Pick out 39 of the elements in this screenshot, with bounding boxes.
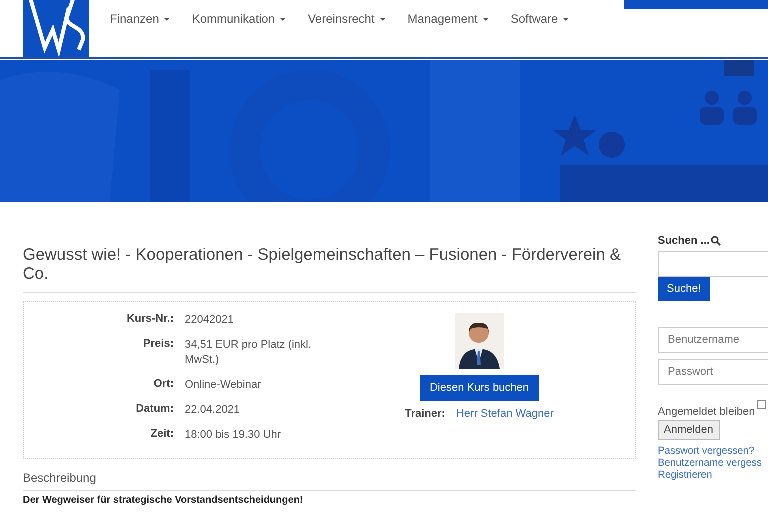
- account-link[interactable]: Benutzername vergess: [658, 458, 768, 469]
- remember-label: Angemeldet bleiben: [658, 406, 756, 418]
- nav-menu-item[interactable]: Finanzen: [99, 12, 182, 26]
- field-label: Preis:: [142, 338, 174, 352]
- logo-icon[interactable]: [23, 0, 89, 57]
- field-value: 22042021: [185, 313, 235, 328]
- field-label: Zeit:: [150, 428, 174, 442]
- username-field[interactable]: Benutzername: [658, 327, 768, 353]
- description-text: Der Wegweiser für strategische Vorstandsentscheidungen!: [23, 495, 304, 507]
- nav-menu-item[interactable]: Kommunikation: [181, 12, 298, 26]
- search-label: Suchen ...: [658, 235, 710, 247]
- password-field[interactable]: Passwort: [658, 359, 768, 385]
- book-course-button[interactable]: Diesen Kurs buchen: [420, 375, 540, 401]
- search-field[interactable]: [658, 251, 768, 277]
- field-label: Ort:: [152, 378, 174, 392]
- course-title: Gewusst wie! - Kooperationen - Spielgemeinschaften – Fusionen - Förderverein & Co.: [23, 246, 636, 293]
- caret-icon: [380, 18, 386, 20]
- account-link[interactable]: Registrieren: [658, 470, 768, 481]
- remember-checkbox[interactable]: [757, 400, 766, 409]
- nav-menu-item[interactable]: Software: [500, 12, 580, 26]
- field-label: Datum:: [135, 403, 174, 417]
- caret-icon: [482, 18, 489, 20]
- trainer-label: Trainer:: [405, 408, 446, 420]
- field-value: 22.04.2021: [185, 403, 242, 418]
- account-link[interactable]: Passwort vergessen?: [658, 446, 768, 457]
- caret-icon: [563, 18, 570, 20]
- search-icon: [710, 236, 721, 246]
- nav-menu-item[interactable]: Management: [396, 12, 500, 26]
- caret-icon: [280, 18, 286, 20]
- nav-menu-item[interactable]: Vereinsrecht: [297, 12, 397, 26]
- search-button[interactable]: Suche!: [658, 277, 710, 301]
- field-value: 34,51 EUR pro Platz (inkl. MwSt.): [185, 338, 313, 368]
- field-value: Online-Webinar: [185, 378, 262, 393]
- field-value: 18:00 bis 19.30 Uhr: [185, 428, 282, 443]
- trainer-link[interactable]: Herr Stefan Wagner: [456, 408, 554, 420]
- field-label: Kurs-Nr.:: [126, 313, 174, 327]
- section-heading: Beschreibung: [23, 471, 636, 491]
- caret-icon: [164, 18, 170, 20]
- login-button[interactable]: Anmelden: [658, 420, 720, 440]
